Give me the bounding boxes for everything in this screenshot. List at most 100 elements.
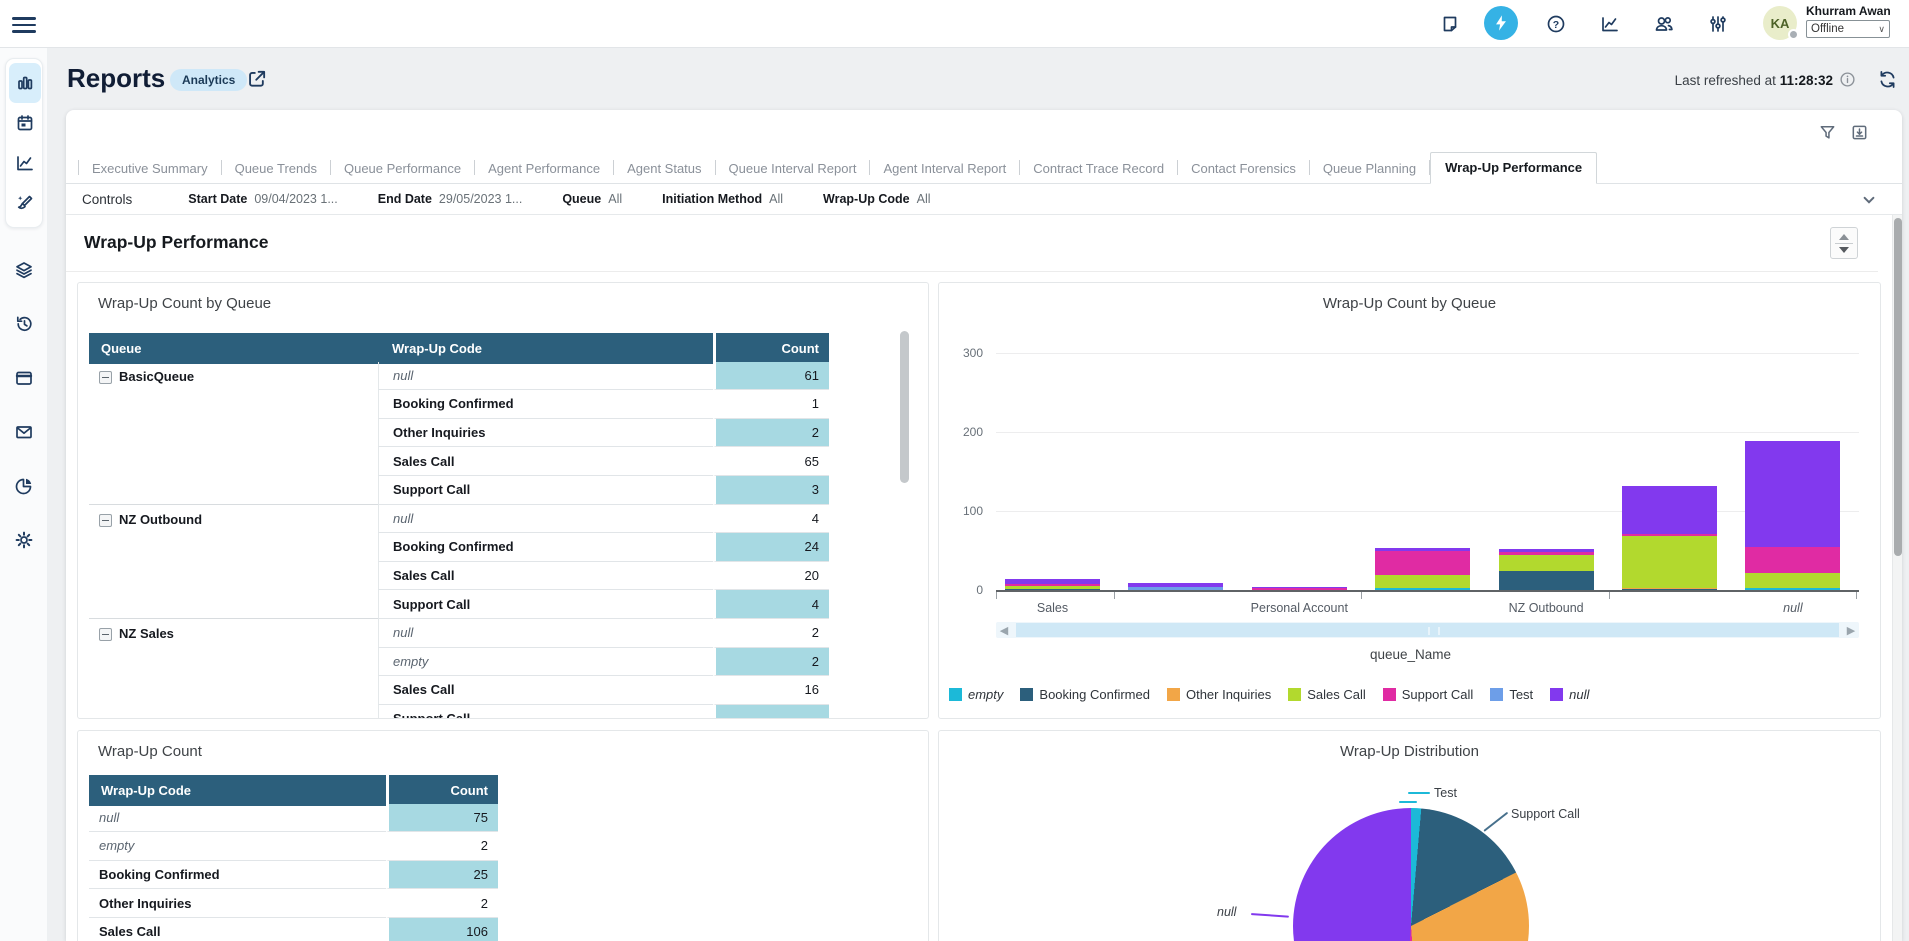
page-header: Reports Analytics Last refreshed at 11:2… (48, 48, 1909, 110)
collapse-icon[interactable] (99, 371, 112, 384)
legend-item-empty[interactable]: empty (949, 687, 1003, 702)
tab-contract-trace-record[interactable]: Contract Trace Record (1020, 155, 1177, 183)
scroll-right-arrow-icon[interactable]: ▶ (1843, 622, 1859, 638)
bolt-icon[interactable] (1484, 6, 1518, 40)
info-icon[interactable] (1839, 71, 1856, 88)
x-axis-tick (1361, 592, 1362, 599)
bar-segment-sales-call[interactable] (1745, 573, 1840, 589)
count-cell: 20 (713, 562, 829, 591)
panel-wrap-up-count-by-queue-table: Wrap-Up Count by Queue QueueWrap-Up Code… (77, 282, 929, 719)
legend-swatch (1550, 688, 1563, 701)
column-header-wrap-up-code[interactable]: Wrap-Up Code (378, 333, 713, 364)
help-icon[interactable]: ? (1543, 11, 1569, 37)
sidebar-item-gear-icon[interactable] (8, 523, 40, 557)
analytics-chart-icon[interactable] (1597, 11, 1623, 37)
queue-group-cell: NZ Sales (89, 619, 378, 719)
sidebar-item-history-icon[interactable] (8, 307, 40, 341)
controls-collapse-chevron-icon[interactable] (1858, 189, 1880, 211)
collapse-icon[interactable] (99, 514, 112, 527)
user-name: Khurram Awan (1806, 4, 1896, 18)
scrollbar-track[interactable] (1016, 623, 1839, 637)
status-select[interactable]: Offline ∨ (1806, 20, 1890, 38)
legend-item-support-call[interactable]: Support Call (1383, 687, 1474, 702)
control-initiation-method[interactable]: Initiation MethodAll (662, 192, 783, 206)
sidebar-item-layers-icon[interactable] (8, 253, 40, 287)
settings-sliders-icon[interactable] (1705, 11, 1731, 37)
count-cell: 25 (386, 861, 498, 890)
spinner-up-icon[interactable] (1839, 234, 1849, 240)
sheet-scroll-spinner[interactable] (1830, 227, 1858, 259)
tab-agent-status[interactable]: Agent Status (614, 155, 714, 183)
notes-icon[interactable] (1437, 11, 1463, 37)
sidebar-item-pie-chart-icon[interactable] (8, 469, 40, 503)
sidebar-item-mail-icon[interactable] (8, 415, 40, 449)
avatar[interactable]: KA (1763, 6, 1797, 40)
external-link-icon[interactable] (246, 68, 268, 90)
control-start-date[interactable]: Start Date09/04/2023 1... (188, 192, 337, 206)
chevron-down-icon: ∨ (1878, 24, 1885, 35)
bar-segment-other-inquiries[interactable] (1622, 588, 1717, 590)
chart-horizontal-scrollbar[interactable]: ◀ ▶ (996, 622, 1859, 638)
bar-segment-null[interactable] (1252, 587, 1347, 589)
legend-item-test[interactable]: Test (1490, 687, 1533, 702)
export-icon[interactable] (1850, 123, 1870, 143)
sidebar-item-calendar-icon[interactable] (9, 103, 41, 143)
bar-segment-sales-call[interactable] (1622, 536, 1717, 587)
bar-segment-booking-confirmed[interactable] (1499, 571, 1594, 590)
contacts-icon[interactable] (1651, 11, 1677, 37)
hamburger-menu-icon[interactable] (12, 13, 36, 35)
tab-queue-planning[interactable]: Queue Planning (1310, 155, 1429, 183)
x-axis-category-label: Sales (1037, 601, 1068, 615)
collapse-icon[interactable] (99, 628, 112, 641)
scrollbar-thumb[interactable] (1894, 218, 1902, 556)
legend-item-booking-confirmed[interactable]: Booking Confirmed (1020, 687, 1150, 702)
tab-wrap-up-performance[interactable]: Wrap-Up Performance (1430, 152, 1597, 184)
bar-segment-support-call[interactable] (1375, 551, 1470, 575)
last-refreshed-text: Last refreshed at 11:28:32 (1675, 73, 1833, 88)
sidebar-item-bar-chart-icon[interactable] (9, 63, 41, 103)
bar-segment-support-call[interactable] (1622, 534, 1717, 536)
scroll-left-arrow-icon[interactable]: ◀ (996, 622, 1012, 638)
tab-contact-forensics[interactable]: Contact Forensics (1178, 155, 1309, 183)
gridline (996, 432, 1859, 433)
scrollbar-grip[interactable] (1428, 627, 1440, 635)
bar-segment-null[interactable] (1622, 486, 1717, 534)
control-end-date[interactable]: End Date29/05/2023 1... (378, 192, 523, 206)
tab-queue-performance[interactable]: Queue Performance (331, 155, 474, 183)
tab-agent-performance[interactable]: Agent Performance (475, 155, 613, 183)
control-queue[interactable]: QueueAll (562, 192, 622, 206)
column-header-count[interactable]: Count (713, 333, 829, 364)
bar-segment-null[interactable] (1128, 583, 1223, 587)
count-cell: 2 (713, 648, 829, 677)
dashboard-vertical-scrollbar[interactable] (1892, 215, 1902, 941)
bar-segment-support-call[interactable] (1005, 584, 1100, 586)
refresh-icon[interactable] (1877, 69, 1898, 90)
bar-segment-null[interactable] (1499, 549, 1594, 552)
sidebar-item-design-icon[interactable] (9, 183, 41, 223)
sidebar-item-window-icon[interactable] (8, 361, 40, 395)
bar-segment-sales-call[interactable] (1499, 555, 1594, 571)
tab-queue-trends[interactable]: Queue Trends (222, 155, 330, 183)
control-wrap-up-code[interactable]: Wrap-Up CodeAll (823, 192, 930, 206)
pie-chart[interactable] (1293, 808, 1529, 941)
bar-segment-null[interactable] (1005, 579, 1100, 584)
bar-segment-sales-call[interactable] (1005, 586, 1100, 589)
column-header-wrap-up-code[interactable]: Wrap-Up Code (89, 775, 386, 806)
legend-item-sales-call[interactable]: Sales Call (1288, 687, 1366, 702)
legend-item-other-inquiries[interactable]: Other Inquiries (1167, 687, 1271, 702)
table-scrollbar[interactable] (900, 331, 909, 483)
bar-segment-null[interactable] (1375, 548, 1470, 551)
tab-queue-interval-report[interactable]: Queue Interval Report (716, 155, 870, 183)
legend-item-null[interactable]: null (1550, 687, 1589, 702)
bar-segment-support-call[interactable] (1499, 552, 1594, 555)
bar-segment-support-call[interactable] (1745, 547, 1840, 572)
sidebar-item-line-chart-icon[interactable] (9, 143, 41, 183)
bar-segment-sales-call[interactable] (1375, 575, 1470, 588)
bar-segment-null[interactable] (1745, 441, 1840, 547)
filter-icon[interactable] (1818, 123, 1838, 143)
column-header-count[interactable]: Count (386, 775, 498, 806)
spinner-down-icon[interactable] (1839, 247, 1849, 253)
tab-agent-interval-report[interactable]: Agent Interval Report (870, 155, 1019, 183)
column-header-queue[interactable]: Queue (89, 333, 378, 364)
tab-executive-summary[interactable]: Executive Summary (79, 155, 221, 183)
